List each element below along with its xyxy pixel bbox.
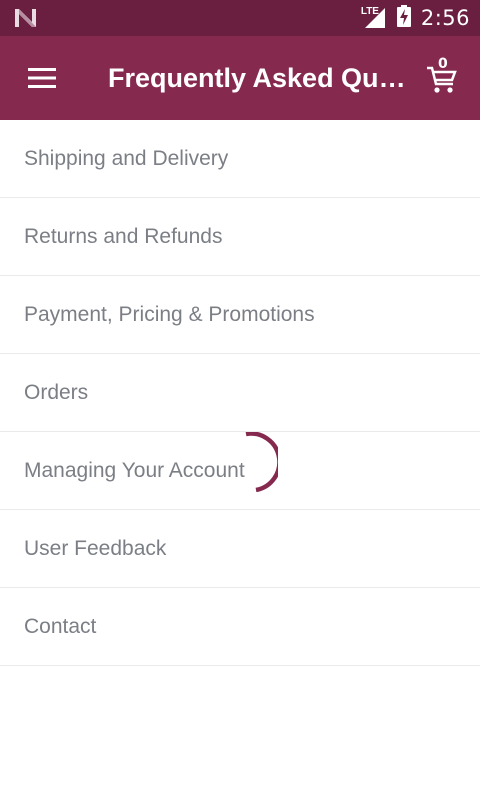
hamburger-menu-icon[interactable] — [18, 54, 66, 102]
status-bar: LTE 2:56 — [0, 0, 480, 36]
cart-count-badge: 0 — [438, 56, 448, 72]
faq-item-label: Managing Your Account — [24, 458, 245, 482]
faq-item-label: Contact — [24, 614, 97, 638]
loading-spinner — [228, 431, 282, 493]
faq-item-contact[interactable]: Contact — [0, 588, 480, 666]
battery-charging-icon — [396, 4, 411, 32]
n-logo-icon — [14, 7, 38, 34]
app-bar: Frequently Asked Questions 0 — [0, 36, 480, 120]
faq-item-returns[interactable]: Returns and Refunds — [0, 198, 480, 276]
faq-list: Shipping and Delivery Returns and Refund… — [0, 120, 480, 666]
status-time: 2:56 — [420, 6, 470, 30]
faq-item-label: User Feedback — [24, 536, 167, 560]
faq-item-orders[interactable]: Orders — [0, 354, 480, 432]
faq-item-payment[interactable]: Payment, Pricing & Promotions — [0, 276, 480, 354]
faq-item-label: Payment, Pricing & Promotions — [24, 302, 315, 326]
faq-item-label: Shipping and Delivery — [24, 146, 229, 170]
faq-item-shipping[interactable]: Shipping and Delivery — [0, 120, 480, 198]
network-label: LTE — [360, 6, 379, 17]
faq-item-label: Returns and Refunds — [24, 224, 223, 248]
lte-signal-icon: LTE — [361, 6, 387, 30]
page-title: Frequently Asked Questions — [108, 63, 408, 93]
faq-item-label: Orders — [24, 380, 89, 404]
faq-item-feedback[interactable]: User Feedback — [0, 510, 480, 588]
cart-button[interactable]: 0 — [420, 56, 470, 106]
